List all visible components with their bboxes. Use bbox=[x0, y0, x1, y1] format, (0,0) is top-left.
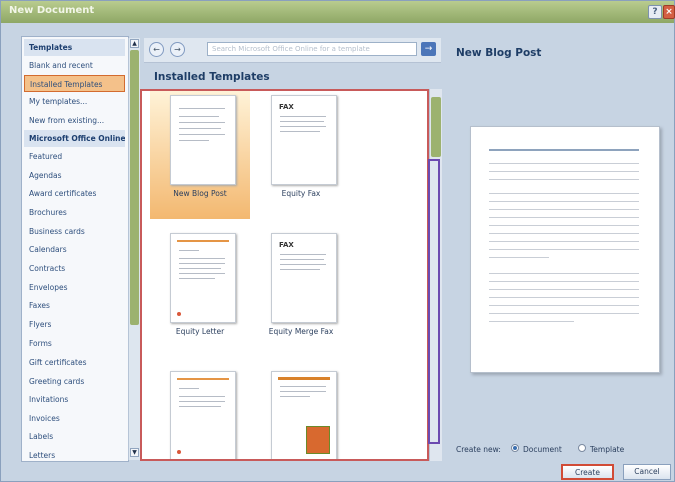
category-letters[interactable]: Letters bbox=[24, 447, 125, 461]
scroll-thumb[interactable] bbox=[130, 50, 139, 325]
category-installed-templates[interactable]: Installed Templates bbox=[24, 75, 125, 92]
gallery-scroll-highlight bbox=[428, 159, 440, 444]
template-thumbnail: FAX bbox=[271, 233, 337, 323]
template-search-input[interactable]: Search Microsoft Office Online for a tem… bbox=[207, 42, 417, 56]
scroll-up-arrow-icon[interactable]: ▲ bbox=[130, 39, 139, 48]
create-button[interactable]: Create bbox=[561, 464, 614, 480]
category-faxes[interactable]: Faxes bbox=[24, 297, 125, 314]
category-gift-certificates[interactable]: Gift certificates bbox=[24, 354, 125, 371]
category-scrollbar[interactable]: ▲ ▼ bbox=[128, 38, 140, 460]
gallery-scroll-thumb[interactable] bbox=[431, 97, 441, 157]
category-blank-and-recent[interactable]: Blank and recent bbox=[24, 57, 125, 74]
category-templates[interactable]: Templates bbox=[24, 39, 125, 56]
forward-arrow-icon[interactable]: → bbox=[170, 42, 185, 57]
category-brochures[interactable]: Brochures bbox=[24, 204, 125, 221]
section-title: Installed Templates bbox=[154, 71, 270, 83]
back-arrow-icon[interactable]: ← bbox=[149, 42, 164, 57]
category-my-templates[interactable]: My templates... bbox=[24, 93, 125, 110]
template-letter[interactable] bbox=[150, 367, 250, 459]
window-title: New Document bbox=[9, 5, 95, 16]
template-category-list: Templates Blank and recent Installed Tem… bbox=[21, 36, 129, 462]
category-contracts[interactable]: Contracts bbox=[24, 260, 125, 277]
category-new-from-existing[interactable]: New from existing... bbox=[24, 112, 125, 129]
category-flyers[interactable]: Flyers bbox=[24, 316, 125, 333]
category-featured[interactable]: Featured bbox=[24, 148, 125, 165]
category-business-cards[interactable]: Business cards bbox=[24, 223, 125, 240]
category-envelopes[interactable]: Envelopes bbox=[24, 279, 125, 296]
radio-document[interactable] bbox=[511, 444, 519, 452]
create-new-label: Create new: bbox=[456, 445, 501, 454]
gallery-scrollbar[interactable] bbox=[428, 89, 442, 461]
scroll-down-arrow-icon[interactable]: ▼ bbox=[130, 448, 139, 457]
radio-document-label[interactable]: Document bbox=[523, 445, 562, 454]
search-go-arrow-icon[interactable]: → bbox=[421, 42, 436, 56]
template-thumbnail bbox=[170, 371, 236, 459]
template-equity-fax[interactable]: FAX Equity Fax bbox=[251, 91, 351, 219]
category-labels[interactable]: Labels bbox=[24, 428, 125, 445]
category-greeting-cards[interactable]: Greeting cards bbox=[24, 373, 125, 390]
category-agendas[interactable]: Agendas bbox=[24, 167, 125, 184]
new-document-dialog: New Document ? × Templates Blank and rec… bbox=[0, 0, 675, 482]
category-forms[interactable]: Forms bbox=[24, 335, 125, 352]
template-label: Equity Merge Fax bbox=[268, 327, 334, 336]
category-office-online[interactable]: Microsoft Office Online bbox=[24, 130, 125, 147]
help-icon[interactable]: ? bbox=[648, 5, 662, 19]
cancel-button[interactable]: Cancel bbox=[623, 464, 671, 480]
preview-title: New Blog Post bbox=[456, 47, 542, 59]
title-bar[interactable]: New Document ? × bbox=[1, 1, 675, 23]
category-award-certificates[interactable]: Award certificates bbox=[24, 185, 125, 202]
template-equity-letter[interactable]: Equity Letter bbox=[150, 229, 250, 357]
template-thumbnail bbox=[170, 95, 236, 185]
template-flyer[interactable] bbox=[251, 367, 351, 459]
category-invitations[interactable]: Invitations bbox=[24, 391, 125, 408]
close-icon[interactable]: × bbox=[663, 5, 675, 19]
template-equity-merge-fax[interactable]: FAX Equity Merge Fax bbox=[251, 229, 351, 357]
template-thumbnail: FAX bbox=[271, 95, 337, 185]
template-preview bbox=[470, 126, 660, 373]
template-label: New Blog Post bbox=[173, 189, 227, 198]
template-new-blog-post[interactable]: New Blog Post bbox=[150, 91, 250, 219]
category-calendars[interactable]: Calendars bbox=[24, 241, 125, 258]
category-invoices[interactable]: Invoices bbox=[24, 410, 125, 427]
template-thumbnail bbox=[271, 371, 337, 459]
template-label: Equity Fax bbox=[281, 189, 321, 198]
template-thumbnail bbox=[170, 233, 236, 323]
template-gallery: New Blog Post FAX Equity Fax Equity Lett… bbox=[140, 89, 429, 461]
radio-template-label[interactable]: Template bbox=[590, 445, 624, 454]
radio-template[interactable] bbox=[578, 444, 586, 452]
template-label: Equity Letter bbox=[175, 327, 225, 336]
